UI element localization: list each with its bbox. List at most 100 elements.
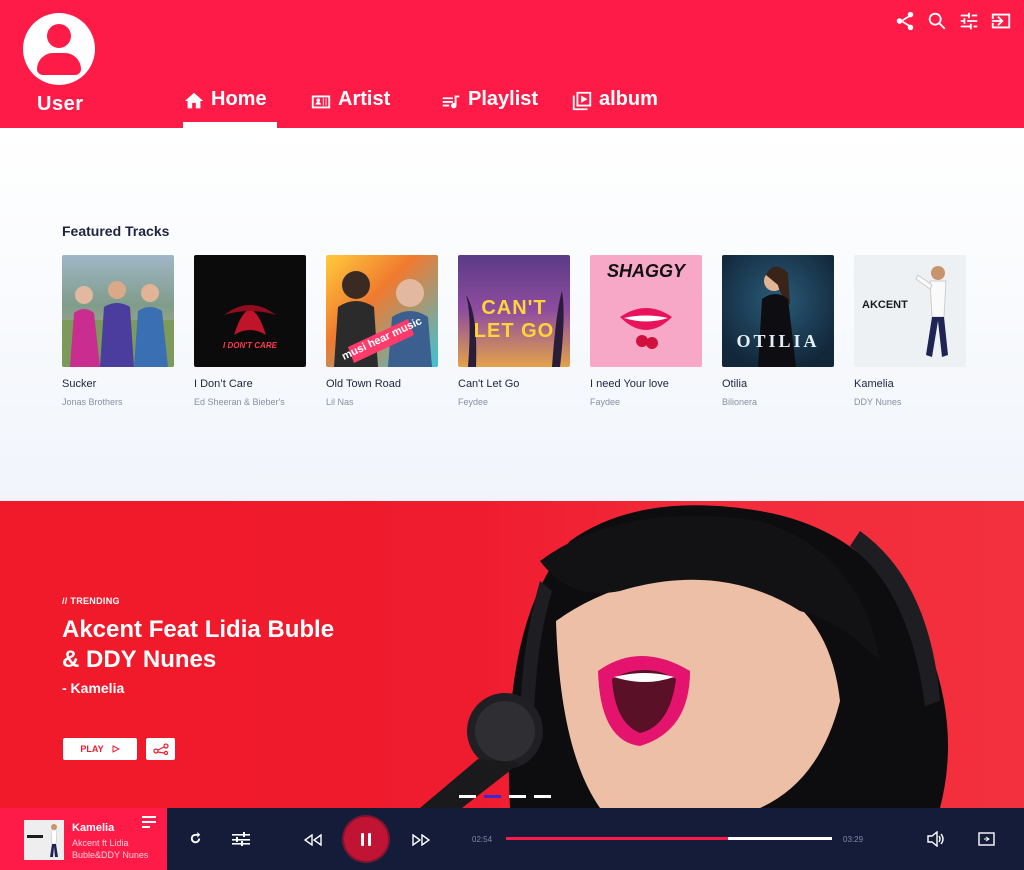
featured-section: Featured Tracks Sucker Jonas Brothers I	[0, 128, 1024, 501]
search-icon	[928, 12, 946, 30]
music-app: User Home Artist Playlist album Featured…	[0, 0, 1024, 870]
cover-art	[224, 305, 276, 335]
track-name: I need Your love	[590, 378, 669, 390]
playlist-icon	[442, 95, 460, 109]
current-time: 02:54	[472, 835, 493, 844]
user-label: User	[37, 93, 84, 115]
nav-playlist[interactable]: Playlist	[440, 88, 538, 128]
player-bar: Kamelia Akcent ft Lidia Buble&DDY Nunes	[0, 808, 1024, 870]
play-icon	[112, 745, 120, 753]
track-name: Kamelia	[854, 378, 894, 390]
band-photo	[62, 281, 174, 367]
slider-dot[interactable]	[459, 795, 476, 798]
now-playing-artist: Akcent ft Lidia Buble&DDY Nunes	[72, 838, 149, 860]
mixer-button[interactable]	[232, 832, 250, 851]
cast-button[interactable]	[978, 832, 995, 851]
track-name: Sucker	[62, 378, 97, 390]
hero-subtitle: - Kamelia	[62, 680, 125, 696]
track-cover: OTILIA	[722, 255, 834, 367]
equalizer-icon	[960, 12, 978, 30]
album-icon	[572, 91, 592, 111]
track-cover: CAN'T LET GO	[458, 255, 570, 367]
artist-icon	[311, 95, 331, 109]
cover-text: I DON'T CARE	[223, 341, 277, 350]
track-artist: Bilionera	[722, 397, 758, 407]
pause-icon-bar	[368, 832, 371, 846]
trending-label: // TRENDING	[62, 596, 120, 606]
header-actions	[894, 10, 1012, 32]
cover-art	[27, 824, 58, 857]
nav-home[interactable]: Home	[183, 88, 277, 128]
play-button[interactable]: PLAY	[63, 738, 137, 760]
equalizer-button[interactable]	[958, 10, 980, 32]
nav-playlist-label: Playlist	[468, 88, 539, 110]
rewind-icon	[303, 833, 322, 847]
slider-dot[interactable]	[509, 795, 526, 798]
featured-title: Featured Tracks	[62, 223, 170, 239]
track-artist: Jonas Brothers	[62, 397, 123, 407]
now-playing: Kamelia Akcent ft Lidia Buble&DDY Nunes	[0, 808, 167, 870]
track-artist: Faydee	[590, 397, 621, 407]
slider-dot-active[interactable]	[484, 795, 501, 798]
forward-button[interactable]	[412, 833, 431, 851]
pause-icon-bar	[361, 832, 364, 846]
track-name: Can't Let Go	[458, 378, 520, 390]
track-artist: Ed Sheeran & Bieber's	[194, 397, 285, 407]
pause-button[interactable]	[344, 817, 388, 861]
track-name: Old Town Road	[326, 378, 402, 390]
search-button[interactable]	[926, 10, 948, 32]
trending-hero: // TRENDING Akcent Feat Lidia Buble & DD…	[0, 501, 1024, 808]
track-name: I Don’t Care	[194, 378, 253, 390]
track-card[interactable]: musi hear music Old Town Road Lil Nas	[326, 255, 438, 407]
repeat-button[interactable]	[188, 831, 203, 851]
queue-icon[interactable]	[142, 816, 156, 828]
track-artist: Lil Nas	[326, 397, 354, 407]
nav-album[interactable]: album	[571, 88, 658, 128]
cover-art	[915, 266, 948, 357]
hero-share-button[interactable]	[146, 738, 175, 760]
track-cover: I DON'T CARE	[194, 255, 306, 367]
play-label: PLAY	[80, 744, 104, 754]
now-playing-cover[interactable]	[24, 820, 64, 860]
home-icon	[184, 92, 204, 109]
track-card[interactable]: Sucker Jonas Brothers	[62, 255, 174, 407]
fast-forward-icon	[412, 833, 431, 847]
track-card[interactable]: I DON'T CARE I Don’t Care Ed Sheeran & B…	[194, 255, 306, 407]
hero-title: Akcent Feat Lidia Buble & DDY Nunes	[62, 616, 335, 673]
track-name: Otilia	[722, 378, 748, 390]
slider-dot[interactable]	[534, 795, 551, 798]
volume-icon	[927, 830, 944, 848]
track-card[interactable]: CAN'T LET GO Can't Let Go Feydee	[458, 255, 570, 407]
cover-text: AKCENT	[862, 299, 908, 311]
cover-text: CAN'T LET GO	[473, 297, 555, 342]
logout-icon	[991, 13, 1011, 29]
track-card[interactable]: AKCENT Kamelia DDY Nunes	[854, 255, 966, 407]
track-cover: musi hear music	[326, 255, 438, 367]
track-cover: SHAGGY	[590, 255, 702, 367]
track-card[interactable]: OTILIA Otilia Bilionera	[722, 255, 834, 407]
now-playing-title: Kamelia	[72, 822, 115, 834]
cast-icon	[978, 832, 995, 846]
track-card[interactable]: SHAGGY I need Your love Faydee	[590, 255, 702, 407]
avatar-body-shape	[37, 53, 81, 75]
logout-button[interactable]	[990, 10, 1012, 32]
progress-bar[interactable]	[506, 837, 832, 840]
nav-home-label: Home	[211, 88, 267, 110]
nav-album-label: album	[599, 88, 658, 110]
rewind-button[interactable]	[303, 833, 322, 851]
repeat-icon	[190, 831, 201, 844]
user-avatar[interactable]	[23, 13, 95, 85]
cover-text: OTILIA	[736, 331, 820, 351]
avatar-head-shape	[47, 24, 71, 48]
volume-button[interactable]	[927, 830, 945, 852]
share-button[interactable]	[894, 10, 916, 32]
nav-artist[interactable]: Artist	[310, 88, 390, 128]
slider-dots	[459, 795, 551, 798]
mixer-icon	[232, 832, 250, 846]
share-icon	[152, 743, 169, 755]
cover-text: SHAGGY	[606, 261, 685, 281]
app-header: User Home Artist Playlist album	[0, 0, 1024, 128]
track-cover: AKCENT	[854, 255, 966, 367]
track-artist: Feydee	[458, 397, 489, 407]
track-cover	[62, 255, 174, 367]
